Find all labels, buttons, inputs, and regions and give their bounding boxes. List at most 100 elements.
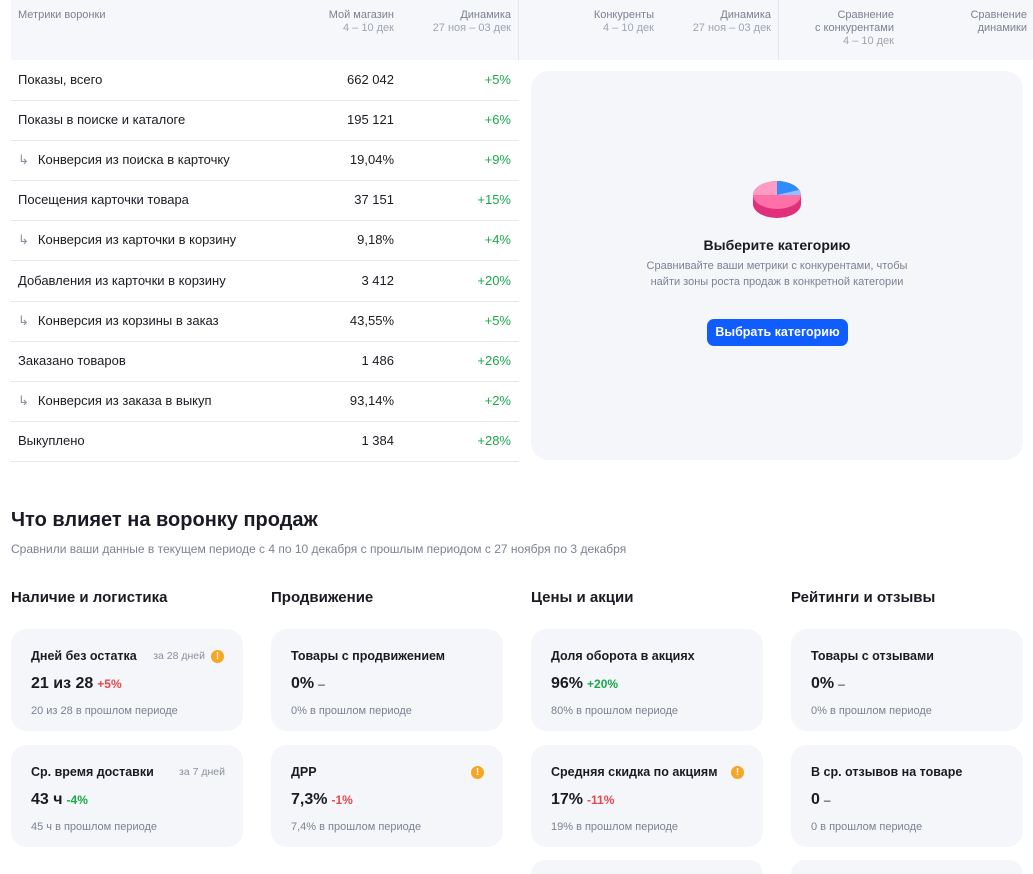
metric-card[interactable]: Ср. время доставки за 7 дней 43 ч -4% 45 ч в…: [11, 745, 243, 847]
table-row: Посещения карточки товара 37 151 +15%: [11, 180, 519, 222]
metric-label: Посещения карточки товара: [18, 192, 189, 208]
card-previous: 0% в прошлом периоде: [811, 705, 932, 717]
metric-card[interactable]: В ср. отзывов на товаре 0– 0 в прошлом пер…: [791, 745, 1023, 847]
table-row: ↳ Конверсия из заказа в выкуп 93,14% +2%: [11, 381, 519, 422]
metric-card-partial[interactable]: [791, 860, 1023, 874]
metric-dynamic: +20%: [477, 272, 511, 288]
table-row: ↳ Конверсия из поиска в карточку 19,04% +9%: [11, 140, 519, 182]
warning-icon[interactable]: !: [211, 650, 224, 663]
warning-icon[interactable]: !: [731, 766, 744, 779]
card-value-wrap: 0% –: [291, 675, 325, 693]
card-value: 43 ч: [31, 791, 63, 808]
metric-name: ↳ Конверсия из карточки в корзину: [18, 232, 236, 248]
card-previous: 80% в прошлом периоде: [551, 705, 679, 717]
metric-label: Конверсия из заказа в выкуп: [37, 392, 212, 408]
metric-value: 3 412: [361, 272, 394, 288]
metric-value: 9,18%: [357, 232, 394, 248]
card-value-wrap: 96% +20%: [551, 675, 618, 693]
metric-dynamic: +6%: [484, 112, 511, 128]
card-change: -11%: [587, 793, 615, 807]
card-previous: 19% в прошлом периоде: [551, 821, 679, 833]
card-change: -4%: [66, 793, 88, 807]
metric-card[interactable]: ДРР! 7,3% -1% 7,4% в прошлом периоде: [271, 745, 503, 847]
metric-card[interactable]: Доля оборота в акциях 96% +20% 80% в прошло…: [531, 629, 763, 731]
card-value: 0: [811, 791, 820, 808]
card-change: –: [318, 677, 325, 691]
metric-name: Показы в поиске и каталоге: [18, 112, 185, 127]
funnel-section-title: Что влияет на воронку продаж: [11, 509, 318, 531]
sub-arrow-icon: ↳: [18, 232, 29, 248]
card-value: 0%: [291, 675, 315, 692]
table-row: Выкуплено 1 384 +28%: [11, 421, 519, 462]
table-header: Метрики воронки Мой магазин 4 – 10 дек Д…: [11, 0, 1033, 60]
card-period: за 7 дней: [179, 766, 225, 778]
metric-name: ↳ Конверсия из заказа в выкуп: [18, 393, 212, 409]
select-category-button[interactable]: Выбрать категорию: [707, 319, 848, 346]
card-value: 0%: [811, 675, 835, 692]
pie-chart-icon: [753, 181, 801, 218]
card-title: Доля оборота в акциях: [551, 649, 695, 663]
category-card-description: Сравнивайте ваши метрики с конкурентами,…: [646, 260, 908, 288]
card-previous: 45 ч в прошлом периоде: [31, 821, 158, 833]
card-change: +20%: [587, 677, 619, 691]
card-title: ДРР: [291, 765, 317, 779]
table-row: Заказано товаров 1 486 +26%: [11, 341, 519, 382]
card-previous: 0 в прошлом периоде: [811, 821, 923, 833]
column-title: Рейтинги и отзывы: [791, 589, 936, 606]
metric-dynamic: +26%: [477, 352, 511, 368]
metric-label: Заказано товаров: [18, 352, 126, 368]
metric-name: Заказано товаров: [18, 353, 126, 368]
metric-dynamic: +4%: [484, 232, 511, 248]
table-row: ↳ Конверсия из корзины в заказ 43,55% +5%: [11, 301, 519, 342]
metric-label: Конверсия из карточки в корзину: [37, 232, 237, 248]
card-previous: 20 из 28 в прошлом периоде: [31, 705, 178, 717]
metric-name: Выкуплено: [18, 433, 85, 448]
metric-dynamic: +2%: [484, 392, 511, 408]
metric-name: ↳ Конверсия из поиска в карточку: [18, 152, 230, 168]
select-category-card: Выберите категорию Сравнивайте ваши метр…: [531, 71, 1023, 460]
sub-arrow-icon: ↳: [18, 312, 29, 328]
card-title: Средняя скидка по акциям: [551, 765, 718, 779]
metric-value: 1 486: [361, 352, 394, 368]
card-previous: 0% в прошлом периоде: [291, 705, 412, 717]
metric-value: 195 121: [347, 112, 394, 128]
card-value-wrap: 43 ч -4%: [31, 791, 88, 809]
card-value-wrap: 0–: [811, 791, 831, 809]
metric-label: Конверсия из корзины в заказ: [37, 312, 219, 328]
warning-icon[interactable]: !: [471, 766, 484, 779]
column-title: Продвижение: [271, 589, 374, 606]
card-period: за 28 дней: [153, 650, 205, 662]
card-change: –: [823, 793, 831, 807]
metric-value: 37 151: [354, 192, 394, 208]
metric-label: Показы, всего: [18, 72, 103, 87]
metric-name: Показы, всего: [18, 72, 102, 87]
category-card-title: Выберите категорию: [703, 237, 851, 253]
table-row: Показы в поиске и каталоге 195 121 +6%: [11, 100, 519, 142]
card-value-wrap: 7,3% -1%: [291, 791, 353, 809]
card-value-wrap: 17% -11%: [551, 791, 614, 809]
metric-card-partial[interactable]: [531, 860, 763, 874]
metric-label: Добавления из карточки в корзину: [18, 272, 226, 288]
metric-value: 19,04%: [349, 152, 394, 168]
metric-card[interactable]: Товары с продвижением 0% – 0% в прошлом пер…: [271, 629, 503, 731]
header-metrics: Метрики воронки: [18, 9, 106, 21]
card-change: +5%: [97, 677, 122, 691]
metric-label: Конверсия из поиска в карточку: [37, 152, 230, 168]
card-value-wrap: 21 из 28 +5%: [31, 675, 122, 693]
card-value: 96%: [551, 675, 584, 692]
metric-name: ↳ Конверсия из корзины в заказ: [18, 313, 219, 329]
column-title: Цены и акции: [531, 589, 634, 606]
metric-card[interactable]: Средняя скидка по акциям! 17% -11% 19% в пр…: [531, 745, 763, 847]
header-comparison: Сравнение с конкурентами 4 – 10 дек: [814, 9, 894, 47]
metric-dynamic: +5%: [484, 312, 511, 328]
card-title: Товары с отзывами: [811, 649, 934, 663]
sub-arrow-icon: ↳: [18, 392, 29, 408]
card-value-wrap: 0% –: [811, 675, 845, 693]
metric-card[interactable]: Товары с отзывами 0% – 0% в прошлом периоде: [791, 629, 1023, 731]
metric-card[interactable]: Дней без остатка за 28 дней! 21 из 28 +5% 20…: [11, 629, 243, 731]
card-value: 7,3%: [291, 791, 328, 808]
table-row: ↳ Конверсия из карточки в корзину 9,18% +4%: [11, 220, 519, 262]
metric-value: 1 384: [361, 432, 394, 448]
column-title: Наличие и логистика: [11, 589, 168, 606]
header-dynamics: Динамика 27 ноя – 03 дек: [432, 9, 511, 34]
